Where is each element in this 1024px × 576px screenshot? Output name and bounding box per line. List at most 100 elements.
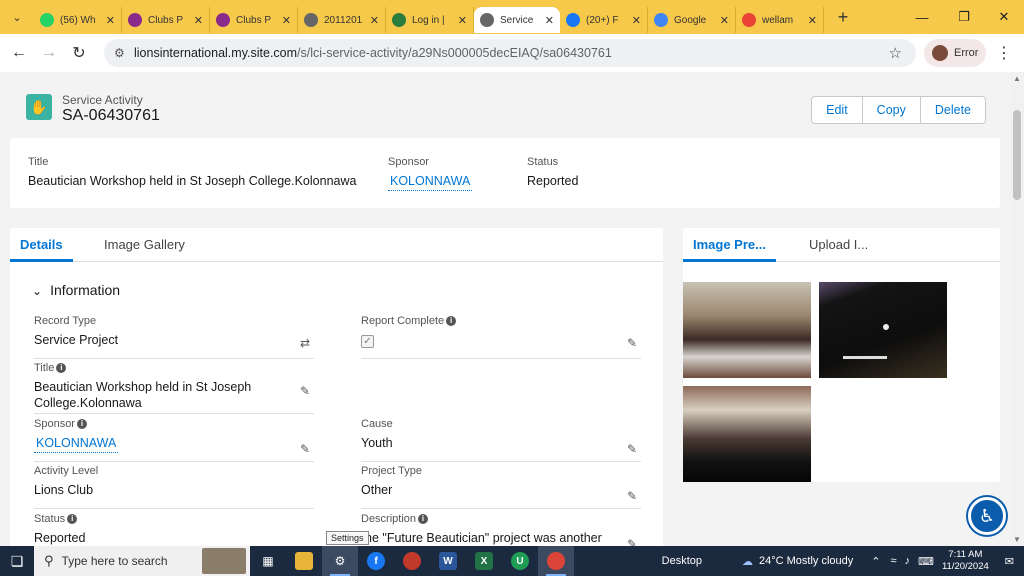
- desktop-toolbar-label[interactable]: Desktop: [662, 555, 702, 567]
- activity-level-value: Lions Club: [34, 483, 94, 497]
- back-icon[interactable]: ←: [4, 44, 34, 62]
- scroll-down-icon[interactable]: ▼: [1013, 535, 1021, 544]
- info-icon[interactable]: i: [76, 419, 87, 430]
- keyboard-icon[interactable]: ⌨: [918, 555, 934, 568]
- bookmark-star-icon[interactable]: ☆: [889, 44, 902, 62]
- edit-button[interactable]: Edit: [812, 97, 863, 123]
- windows-start-icon[interactable]: ❏: [0, 553, 34, 570]
- copy-button[interactable]: Copy: [863, 97, 921, 123]
- tab-search-chevron-icon[interactable]: ⌄: [0, 0, 34, 34]
- task-view-icon[interactable]: ▦: [250, 546, 286, 576]
- address-bar[interactable]: ⚙ lionsinternational.my.site.com/s/lci-s…: [104, 39, 916, 67]
- status-label: Status: [34, 513, 66, 525]
- settings-icon[interactable]: ⚙: [322, 546, 358, 576]
- info-icon[interactable]: i: [446, 316, 457, 327]
- change-record-type-icon[interactable]: ⇄: [300, 336, 310, 350]
- minimize-button[interactable]: —: [902, 0, 942, 34]
- close-tab-icon[interactable]: ✕: [720, 14, 729, 27]
- page-content: ✋ Service Activity SA-06430761 Edit Copy…: [0, 72, 1010, 546]
- image-panel: Image Pre... Upload I...: [683, 228, 1000, 482]
- browser-tab[interactable]: Clubs P ✕: [210, 7, 298, 33]
- divider: [361, 358, 641, 359]
- section-information[interactable]: ⌄ Information: [32, 282, 120, 298]
- file-explorer-icon[interactable]: [286, 546, 322, 576]
- field-activity-level: Activity Level Lions Club: [34, 465, 314, 509]
- edit-sponsor-pencil-icon[interactable]: ✎: [300, 442, 310, 456]
- close-tab-icon[interactable]: ✕: [194, 14, 203, 27]
- browser-tab[interactable]: (56) Wh ✕: [34, 7, 122, 33]
- chrome-icon[interactable]: [538, 546, 574, 576]
- browser-tab[interactable]: Log in | ✕: [386, 7, 474, 33]
- tab-title: Google: [674, 14, 707, 26]
- weather-text[interactable]: 24°C Mostly cloudy: [759, 555, 853, 567]
- browser-tab[interactable]: Clubs P ✕: [122, 7, 210, 33]
- close-tab-icon[interactable]: ✕: [808, 14, 817, 27]
- facebook-icon[interactable]: f: [358, 546, 394, 576]
- google-icon: [742, 13, 756, 27]
- app-red-icon[interactable]: [394, 546, 430, 576]
- edit-title-pencil-icon[interactable]: ✎: [300, 384, 310, 398]
- browser-tab[interactable]: 2011201 ✕: [298, 7, 386, 33]
- close-window-button[interactable]: ✕: [984, 0, 1024, 34]
- search-placeholder: Type here to search: [61, 554, 168, 568]
- gallery-image-2[interactable]: [819, 282, 947, 378]
- info-icon[interactable]: i: [67, 514, 78, 525]
- gallery-image-3[interactable]: [683, 386, 811, 482]
- project-type-label: Project Type: [361, 465, 422, 477]
- status-value: Reported: [34, 531, 86, 545]
- scroll-up-icon[interactable]: ▲: [1013, 74, 1021, 83]
- accessibility-icon[interactable]: ♿: [968, 497, 1006, 535]
- tab-details[interactable]: Details: [10, 228, 73, 262]
- restore-button[interactable]: ❐: [944, 0, 984, 34]
- globe-icon: [480, 13, 494, 27]
- volume-icon[interactable]: ♪: [905, 555, 911, 567]
- tab-title: Service: [500, 14, 534, 26]
- main-tabs: Details Image Gallery: [10, 228, 663, 262]
- edit-cause-pencil-icon[interactable]: ✎: [627, 442, 637, 456]
- notifications-icon[interactable]: ✉: [1005, 555, 1014, 568]
- clock[interactable]: 7:11 AM 11/20/2024: [942, 549, 989, 573]
- highlight-status-label: Status: [527, 156, 559, 168]
- browser-tab[interactable]: (20+) F ✕: [560, 7, 648, 33]
- delete-button[interactable]: Delete: [921, 97, 985, 123]
- tray-chevron-icon[interactable]: ⌃: [871, 555, 880, 568]
- wifi-icon[interactable]: ≈: [891, 555, 897, 567]
- tab-upload-image[interactable]: Upload I...: [809, 228, 868, 262]
- browser-tab[interactable]: Google ✕: [648, 7, 736, 33]
- browser-menu-icon[interactable]: ⋮: [996, 43, 1012, 63]
- tab-image-preview[interactable]: Image Pre...: [683, 228, 776, 262]
- edit-project-type-pencil-icon[interactable]: ✎: [627, 489, 637, 503]
- close-tab-icon[interactable]: ✕: [106, 14, 115, 27]
- forward-icon[interactable]: →: [34, 44, 64, 62]
- edit-report-complete-pencil-icon[interactable]: ✎: [627, 336, 637, 350]
- record-header: ✋ Service Activity SA-06430761 Edit Copy…: [10, 80, 1000, 134]
- new-tab-button[interactable]: +: [828, 7, 858, 28]
- profile-button[interactable]: Error: [924, 39, 986, 67]
- gallery-image-1[interactable]: [683, 282, 811, 378]
- browser-tab[interactable]: Service ✕: [474, 7, 560, 33]
- tab-image-gallery[interactable]: Image Gallery: [104, 228, 185, 262]
- browser-tab[interactable]: wellam ✕: [736, 7, 824, 33]
- field-record-type: Record Type Service Project ⇄: [34, 315, 314, 359]
- title-value: Beautician Workshop held in St Joseph Co…: [34, 380, 252, 410]
- close-tab-icon[interactable]: ✕: [632, 14, 641, 27]
- close-tab-icon[interactable]: ✕: [370, 14, 379, 27]
- sponsor-link[interactable]: KOLONNAWA: [34, 435, 119, 453]
- scroll-thumb[interactable]: [1013, 110, 1021, 200]
- page-scrollbar[interactable]: ▲ ▼: [1010, 72, 1024, 546]
- close-tab-icon[interactable]: ✕: [545, 14, 554, 27]
- url-path: /s/lci-service-activity/a29Ns000005decEI…: [297, 46, 612, 60]
- highlight-sponsor-link[interactable]: KOLONNAWA: [388, 174, 473, 191]
- close-tab-icon[interactable]: ✕: [458, 14, 467, 27]
- site-info-icon[interactable]: ⚙: [114, 46, 125, 60]
- close-tab-icon[interactable]: ✕: [282, 14, 291, 27]
- info-icon[interactable]: i: [418, 514, 429, 525]
- word-icon[interactable]: W: [430, 546, 466, 576]
- browser-tab-strip: ⌄ (56) Wh ✕ Clubs P ✕ Clubs P ✕ 2011201 ✕ Log in…: [0, 0, 1024, 34]
- reload-icon[interactable]: ↻: [64, 43, 94, 63]
- edit-description-pencil-icon[interactable]: ✎: [627, 537, 637, 546]
- app-green-icon[interactable]: U: [502, 546, 538, 576]
- excel-icon[interactable]: X: [466, 546, 502, 576]
- info-icon[interactable]: i: [56, 363, 67, 374]
- taskbar-search[interactable]: ⚲ Type here to search: [34, 546, 250, 576]
